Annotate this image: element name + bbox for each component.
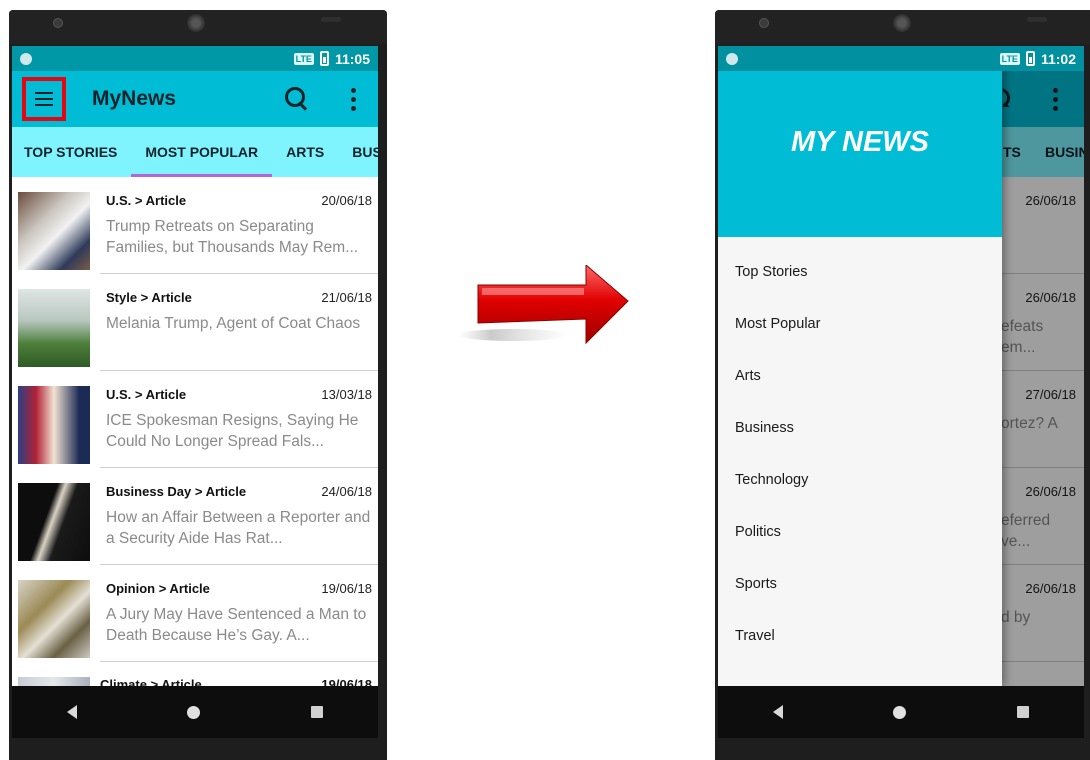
nav-back-icon[interactable] bbox=[773, 705, 784, 719]
drawer-item-sports[interactable]: Sports bbox=[718, 563, 1002, 615]
list-item[interactable]: Opinion > Article 19/06/18 A Jury May Hav… bbox=[18, 565, 378, 662]
tab-most-popular[interactable]: MOST POPULAR bbox=[131, 127, 272, 177]
list-item-partial[interactable]: Climate > Article 19/06/18 bbox=[100, 677, 372, 686]
tab-business[interactable]: BUSIN bbox=[338, 127, 378, 177]
article-section: Style > Article bbox=[106, 290, 192, 305]
article-title: ICE Spokesman Resigns, Saying He Could N… bbox=[106, 412, 359, 450]
tab-arts[interactable]: ARTS bbox=[272, 127, 338, 177]
list-item[interactable]: Style > Article 21/06/18 Melania Trump, A… bbox=[18, 274, 378, 371]
list-item[interactable]: U.S. > Article 20/06/18 Trump Retreats on… bbox=[18, 177, 378, 274]
article-title: How an Affair Between a Reporter and a S… bbox=[106, 509, 371, 547]
status-bar: LTE 11:02 bbox=[718, 46, 1084, 71]
article-thumbnail bbox=[18, 192, 90, 270]
lte-signal-icon: LTE bbox=[999, 52, 1020, 65]
speaker-grille bbox=[893, 14, 911, 32]
status-bar: LTE 11:05 bbox=[12, 46, 378, 71]
nav-home-icon[interactable] bbox=[893, 705, 907, 719]
proximity-sensor bbox=[1027, 17, 1047, 22]
screen-main: LTE 11:05 MyNews TOP STORIES MOST POPULA… bbox=[12, 46, 378, 686]
article-date: 19/06/18 bbox=[321, 581, 372, 596]
drawer-header: MY NEWS bbox=[718, 71, 1002, 237]
article-date: 24/06/18 bbox=[321, 484, 372, 499]
speaker-grille bbox=[187, 14, 205, 32]
more-vert-icon[interactable] bbox=[338, 84, 368, 114]
front-camera bbox=[53, 18, 63, 28]
phone-left: LTE 11:05 MyNews TOP STORIES MOST POPULA… bbox=[9, 10, 387, 760]
nav-recents-icon[interactable] bbox=[310, 706, 323, 718]
system-nav-bar bbox=[718, 686, 1084, 738]
article-thumbnail bbox=[18, 483, 90, 561]
list-item[interactable]: Business Day > Article 24/06/18 How an Af… bbox=[18, 468, 378, 565]
nav-home-icon[interactable] bbox=[187, 705, 201, 719]
article-section: U.S. > Article bbox=[106, 193, 187, 208]
navigation-drawer: MY NEWS Top Stories Most Popular Arts Bu… bbox=[718, 46, 1002, 686]
drawer-title: MY NEWS bbox=[790, 125, 930, 158]
nav-recents-icon[interactable] bbox=[1016, 706, 1029, 718]
hamburger-menu-icon[interactable] bbox=[22, 77, 66, 121]
tab-top-stories[interactable]: TOP STORIES bbox=[12, 127, 131, 177]
front-camera bbox=[759, 18, 769, 28]
article-thumbnail bbox=[18, 580, 90, 658]
battery-icon bbox=[319, 51, 329, 66]
notification-icon bbox=[20, 52, 32, 65]
app-toolbar: MyNews bbox=[12, 71, 378, 127]
app-title: MyNews bbox=[92, 87, 177, 110]
phone-bezel bbox=[9, 10, 387, 44]
right-arrow-icon bbox=[458, 265, 629, 345]
drawer-item-most-popular[interactable]: Most Popular bbox=[718, 303, 1002, 355]
article-date: 20/06/18 bbox=[321, 193, 372, 208]
article-title: Trump Retreats on Separating Families, b… bbox=[106, 218, 359, 256]
notification-icon bbox=[726, 52, 738, 65]
drawer-item-technology[interactable]: Technology bbox=[718, 459, 1002, 511]
composite-figure: LTE 11:05 MyNews TOP STORIES MOST POPULA… bbox=[0, 0, 1090, 760]
article-title: Melania Trump, Agent of Coat Chaos bbox=[106, 315, 361, 332]
drawer-item-politics[interactable]: Politics bbox=[718, 511, 1002, 563]
search-icon[interactable] bbox=[282, 84, 312, 114]
list-item[interactable]: U.S. > Article 13/03/18 ICE Spokesman Res… bbox=[18, 371, 378, 468]
phone-bezel bbox=[715, 10, 1090, 44]
article-section: Climate > Article bbox=[100, 677, 202, 686]
screen-drawer-open: TS BUSIN 26/06/18 26/06/18 efeats em... … bbox=[718, 46, 1084, 686]
drawer-menu: Top Stories Most Popular Arts Business T… bbox=[718, 237, 1002, 667]
article-list: U.S. > Article 20/06/18 Trump Retreats on… bbox=[12, 177, 378, 686]
drawer-item-business[interactable]: Business bbox=[718, 407, 1002, 459]
proximity-sensor bbox=[321, 17, 341, 22]
article-section: Business Day > Article bbox=[106, 484, 247, 499]
phone-right: TS BUSIN 26/06/18 26/06/18 efeats em... … bbox=[715, 10, 1090, 760]
tab-bar: TOP STORIES MOST POPULAR ARTS BUSIN bbox=[12, 127, 378, 177]
article-date: 13/03/18 bbox=[321, 387, 372, 402]
drawer-item-arts[interactable]: Arts bbox=[718, 355, 1002, 407]
status-time: 11:02 bbox=[1040, 50, 1076, 67]
article-date: 19/06/18 bbox=[321, 677, 372, 686]
system-nav-bar bbox=[12, 686, 378, 738]
nav-back-icon[interactable] bbox=[67, 705, 78, 719]
article-thumbnail bbox=[18, 677, 90, 686]
article-thumbnail bbox=[18, 386, 90, 464]
article-section: U.S. > Article bbox=[106, 387, 187, 402]
battery-icon bbox=[1025, 51, 1035, 66]
drawer-item-top-stories[interactable]: Top Stories bbox=[718, 251, 1002, 303]
drawer-item-travel[interactable]: Travel bbox=[718, 615, 1002, 667]
article-thumbnail bbox=[18, 289, 90, 367]
article-title: A Jury May Have Sentenced a Man to Death… bbox=[106, 606, 367, 644]
article-section: Opinion > Article bbox=[106, 581, 210, 596]
article-date: 21/06/18 bbox=[321, 290, 372, 305]
status-time: 11:05 bbox=[334, 50, 370, 67]
lte-signal-icon: LTE bbox=[293, 52, 314, 65]
